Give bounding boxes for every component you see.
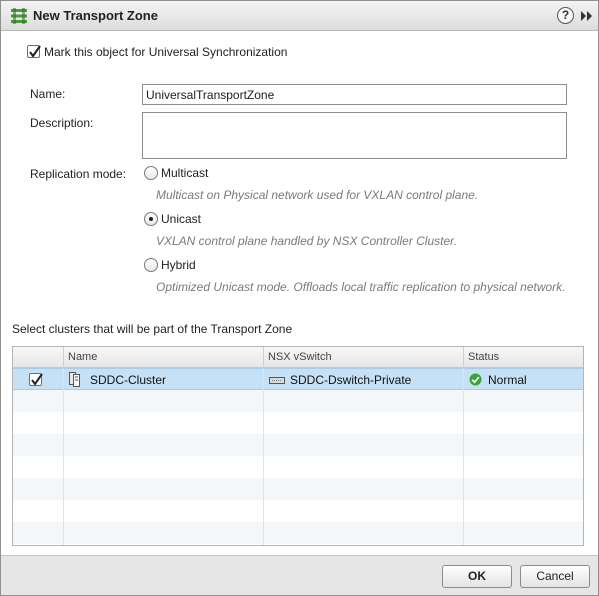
table-header: Name NSX vSwitch Status <box>13 347 583 368</box>
replication-mode-label: Replication mode: <box>30 167 127 181</box>
column-header-status[interactable]: Status <box>463 347 583 368</box>
table-row[interactable]: SDDC-Cluster SDDC-Dswitch-Private Normal <box>13 368 583 390</box>
empty-row <box>13 456 583 478</box>
column-header-select[interactable] <box>13 347 63 368</box>
checkmark-icon <box>29 45 41 58</box>
column-divider <box>263 368 264 545</box>
clusters-table: Name NSX vSwitch Status SDDC-Cluster SDD… <box>12 346 584 546</box>
name-input[interactable] <box>142 84 567 105</box>
help-icon[interactable]: ? <box>557 7 574 24</box>
description-textarea[interactable] <box>142 112 567 159</box>
cancel-button[interactable]: Cancel <box>520 565 590 588</box>
empty-row <box>13 434 583 456</box>
ok-button[interactable]: OK <box>442 565 512 588</box>
universal-sync-checkbox[interactable] <box>27 45 41 58</box>
universal-sync-label: Mark this object for Universal Synchroni… <box>44 45 288 59</box>
empty-row <box>13 522 583 544</box>
column-divider <box>63 368 64 545</box>
transport-zone-icon <box>11 8 27 24</box>
hybrid-hint: Optimized Unicast mode. Offloads local t… <box>156 280 566 294</box>
row-select-checkbox[interactable] <box>29 373 43 386</box>
new-transport-zone-dialog: New Transport Zone ? Mark this object fo… <box>0 0 599 596</box>
dialog-title: New Transport Zone <box>33 8 158 23</box>
empty-row <box>13 412 583 434</box>
checkmark-icon <box>31 373 43 386</box>
radio-unicast[interactable] <box>144 212 158 226</box>
unicast-hint: VXLAN control plane handled by NSX Contr… <box>156 234 458 248</box>
dialog-footer: OK Cancel <box>1 555 598 595</box>
radio-multicast[interactable] <box>144 166 158 180</box>
vswitch-name: SDDC-Dswitch-Private <box>290 373 412 387</box>
name-label: Name: <box>30 87 66 101</box>
cluster-icon <box>69 372 80 387</box>
status-text: Normal <box>488 373 527 387</box>
description-label: Description: <box>30 116 94 130</box>
empty-row <box>13 478 583 500</box>
dvswitch-icon <box>269 377 285 384</box>
clusters-heading: Select clusters that will be part of the… <box>12 322 293 336</box>
double-chevron-right-icon[interactable] <box>580 9 594 23</box>
check-circle-icon <box>469 373 482 386</box>
multicast-hint: Multicast on Physical network used for V… <box>156 188 479 202</box>
radio-unicast-label[interactable]: Unicast <box>161 212 201 226</box>
dialog-titlebar[interactable]: New Transport Zone ? <box>1 1 598 31</box>
radio-selected-dot <box>149 217 153 221</box>
empty-row <box>13 390 583 412</box>
column-header-name[interactable]: Name <box>63 347 263 368</box>
cluster-name: SDDC-Cluster <box>90 373 167 387</box>
radio-multicast-label[interactable]: Multicast <box>161 166 208 180</box>
radio-hybrid-label[interactable]: Hybrid <box>161 258 196 272</box>
radio-hybrid[interactable] <box>144 258 158 272</box>
column-divider <box>463 368 464 545</box>
empty-row <box>13 500 583 522</box>
column-header-vswitch[interactable]: NSX vSwitch <box>263 347 463 368</box>
